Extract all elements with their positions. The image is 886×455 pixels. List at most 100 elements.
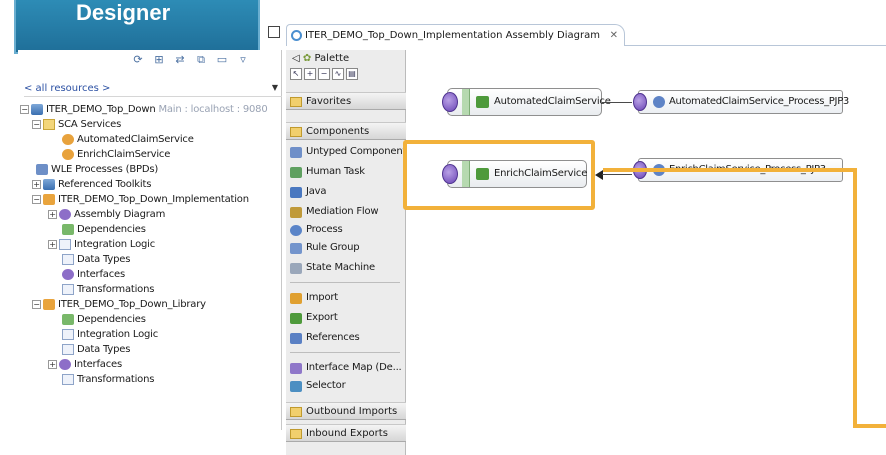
palette-icon: ✿ <box>302 53 312 64</box>
collapse-toggle-icon[interactable]: − <box>20 104 29 114</box>
palette-item-label: Import <box>306 292 338 303</box>
wire[interactable] <box>602 102 632 103</box>
expand-toggle-icon[interactable]: + <box>48 359 57 369</box>
tree-item-transformations[interactable]: Transformations <box>62 282 154 297</box>
grid-icon[interactable]: ⊞ <box>151 52 167 68</box>
tree-item-wle-processes[interactable]: WLE Processes (BPDs) <box>36 162 158 177</box>
references-icon <box>290 333 302 344</box>
badge-title: Designer <box>76 0 171 25</box>
drawer-inbound-exports[interactable]: Inbound Exports <box>286 424 406 442</box>
tree-item-label: Assembly Diagram <box>74 209 166 220</box>
human-task-icon <box>290 167 302 178</box>
tab-label: ITER_DEMO_Top_Down_Implementation Assemb… <box>305 30 600 41</box>
tree-item-enrich-claim-service[interactable]: EnrichClaimService <box>62 147 170 162</box>
palette-item-java[interactable]: Java <box>290 184 327 200</box>
selector-icon <box>290 381 302 392</box>
tree-item-label: Dependencies <box>77 224 146 235</box>
tree-item-iter-demo-top-down[interactable]: − ITER_DEMO_Top_Down Main : localhost : 9… <box>20 102 268 117</box>
palette-tools: ↖ + − ∿ ▤ <box>290 68 358 80</box>
palette-item-state-machine[interactable]: State Machine <box>290 260 375 276</box>
tree-item-dependencies[interactable]: Dependencies <box>62 222 146 237</box>
interface-icon[interactable] <box>633 93 647 111</box>
note-tool-icon[interactable]: ▤ <box>346 68 358 80</box>
palette-item-interface-map[interactable]: Interface Map (De... <box>290 360 402 376</box>
tree-item-data-types[interactable]: Data Types <box>62 342 130 357</box>
resource-filter[interactable]: < all resources > ▼ <box>24 83 282 97</box>
component-automated-claim-service[interactable]: AutomatedClaimService <box>442 88 611 116</box>
process-icon <box>290 225 302 236</box>
wire-tool-icon[interactable]: ∿ <box>332 68 344 80</box>
expand-toggle-icon[interactable]: + <box>48 209 57 219</box>
palette-item-export[interactable]: Export <box>290 310 338 326</box>
drawer-favorites[interactable]: Favorites <box>286 92 406 110</box>
interface-icon[interactable] <box>442 92 458 112</box>
view-toolbar: ⟳ ⊞ ⇄ ⧉ ▭ ▿ <box>130 52 251 68</box>
tree-item-interfaces[interactable]: Interfaces <box>62 267 125 282</box>
palette-item-label: References <box>306 332 360 343</box>
palette-item-label: Rule Group <box>306 242 360 253</box>
tree-item-dependencies[interactable]: Dependencies <box>62 312 146 327</box>
collapse-toggle-icon[interactable]: − <box>32 194 41 204</box>
chevron-down-icon[interactable]: ▼ <box>272 83 278 92</box>
tab-assembly-diagram[interactable]: ITER_DEMO_Top_Down_Implementation Assemb… <box>286 24 625 46</box>
palette-header[interactable]: ◁ ✿ Palette <box>286 50 406 68</box>
view-menu-icon[interactable]: ▿ <box>235 52 251 68</box>
zoom-out-icon[interactable]: − <box>318 68 330 80</box>
palette-item-rule-group[interactable]: Rule Group <box>290 240 360 256</box>
interface-icon <box>62 268 74 280</box>
tree-item-automated-claim-service[interactable]: AutomatedClaimService <box>62 132 194 147</box>
dependencies-icon <box>62 223 74 235</box>
close-icon[interactable]: ✕ <box>610 25 618 47</box>
tree-item-data-types[interactable]: Data Types <box>62 252 130 267</box>
chevron-left-icon[interactable]: ◁ <box>292 53 300 64</box>
sync-icon[interactable]: ⟳ <box>130 52 146 68</box>
palette-item-selector[interactable]: Selector <box>290 378 346 394</box>
wire[interactable] <box>602 174 632 175</box>
link-icon[interactable]: ⇄ <box>172 52 188 68</box>
interface-icon <box>59 358 71 370</box>
resource-filter-label: < all resources > <box>24 83 111 94</box>
tree-item-transformations[interactable]: Transformations <box>62 372 154 387</box>
drawer-outbound-imports[interactable]: Outbound Imports <box>286 402 406 420</box>
import-automated-claim-service-process[interactable]: AutomatedClaimService_Process_PJP3 <box>633 90 849 114</box>
tree-item-library[interactable]: − ITER_DEMO_Top_Down_Library <box>32 297 206 312</box>
palette-item-process[interactable]: Process <box>290 222 343 238</box>
tree-item-integration-logic[interactable]: Integration Logic <box>62 327 158 342</box>
drawer-label: Inbound Exports <box>306 428 388 439</box>
palette-item-label: Export <box>306 312 338 323</box>
select-tool-icon[interactable]: ↖ <box>290 68 302 80</box>
screenshot-frame: Designer ⟳ ⊞ ⇄ ⧉ ▭ ▿ < all resources > ▼… <box>0 0 886 455</box>
tree-item-implementation-module[interactable]: − ITER_DEMO_Top_Down_Implementation <box>32 192 249 207</box>
tree-item-sca-services[interactable]: − SCA Services <box>32 117 121 132</box>
collapse-toggle-icon[interactable]: − <box>32 299 41 309</box>
collapse-toggle-icon[interactable]: − <box>32 119 41 129</box>
expand-toggle-icon[interactable]: + <box>32 179 41 189</box>
tree-item-interfaces[interactable]: + Interfaces <box>48 357 122 372</box>
minimize-icon[interactable] <box>268 26 280 38</box>
palette-item-human-task[interactable]: Human Task <box>290 164 365 180</box>
tree-item-assembly-diagram[interactable]: + Assembly Diagram <box>48 207 165 222</box>
assembly-diagram-canvas[interactable]: AutomatedClaimService AutomatedClaimServ… <box>403 50 886 455</box>
palette-item-label: Java <box>306 186 327 197</box>
palette-item-import[interactable]: Import <box>290 290 338 306</box>
palette-item-references[interactable]: References <box>290 330 360 346</box>
filter-icon[interactable]: ⧉ <box>193 52 209 68</box>
collapse-icon[interactable]: ▭ <box>214 52 230 68</box>
expand-toggle-icon[interactable]: + <box>48 239 57 249</box>
palette-item-mediation-flow[interactable]: Mediation Flow <box>290 204 379 220</box>
palette-item-untyped-component[interactable]: Untyped Component <box>290 144 406 160</box>
process-icon <box>36 163 48 175</box>
tree-item-label: ITER_DEMO_Top_Down <box>46 104 156 115</box>
assembly-icon <box>59 208 71 220</box>
zoom-in-icon[interactable]: + <box>304 68 316 80</box>
drawer-components[interactable]: Components <box>286 122 406 140</box>
tree-item-label: SCA Services <box>58 119 122 130</box>
datatypes-icon <box>62 343 74 355</box>
java-icon <box>290 187 302 198</box>
transform-icon <box>62 283 74 295</box>
tree-item-label: Transformations <box>77 284 155 295</box>
palette-separator <box>290 282 400 283</box>
highlight-box <box>403 140 595 210</box>
tree-item-referenced-toolkits[interactable]: + Referenced Toolkits <box>32 177 151 192</box>
tree-item-integration-logic[interactable]: + Integration Logic <box>48 237 155 252</box>
